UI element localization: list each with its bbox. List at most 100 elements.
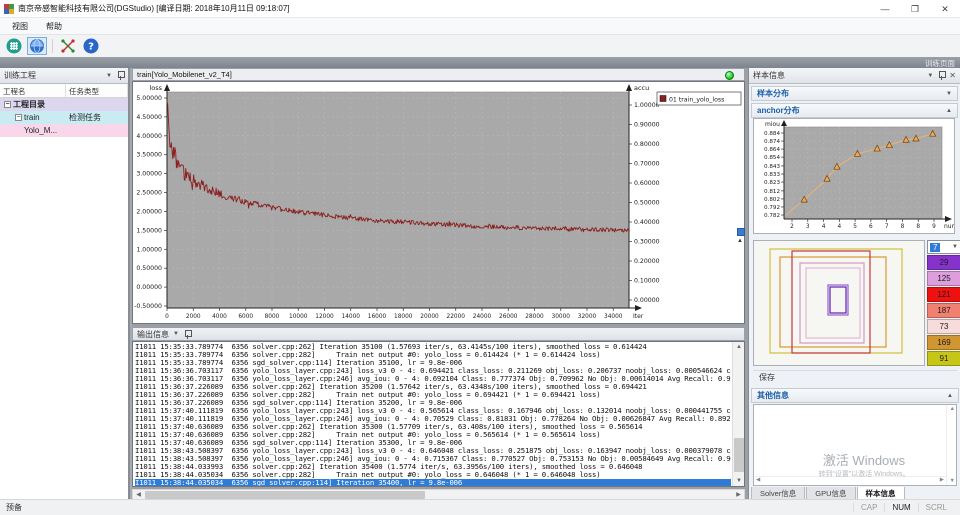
svg-text:8000: 8000 xyxy=(265,314,280,320)
globe-train-icon[interactable] xyxy=(27,37,47,55)
splitter-handle-icon[interactable] xyxy=(737,228,745,236)
log-lines[interactable]: I1011 15:35:33.789774 6356 solver.cpp:26… xyxy=(135,343,731,486)
anchor-size-swatch[interactable]: 121 xyxy=(927,287,960,302)
project-panel-title: 训练工程 xyxy=(4,70,36,81)
scroll-thumb[interactable] xyxy=(734,438,744,472)
tree-collapse-icon[interactable]: − xyxy=(4,101,11,108)
anchor-size-swatch[interactable]: 29 xyxy=(927,255,960,270)
project-columns: 工程名 任务类型 xyxy=(0,84,128,98)
anchor-size-swatch[interactable]: 125 xyxy=(927,271,960,286)
svg-text:0.10000: 0.10000 xyxy=(634,278,660,285)
svg-text:6000: 6000 xyxy=(238,314,253,320)
svg-text:?: ? xyxy=(88,42,94,53)
mini-vertical-scrollbar[interactable]: ▲ ▼ xyxy=(946,405,956,485)
output-log[interactable]: I1011 15:35:33.789774 6356 solver.cpp:26… xyxy=(132,341,745,487)
menu-bar: 视图 帮助 xyxy=(0,18,960,35)
pin-icon[interactable] xyxy=(938,71,945,80)
anchor-count-dropdown[interactable]: 7 ▼ xyxy=(927,240,960,254)
scroll-up-icon[interactable]: ▲ xyxy=(950,406,955,412)
svg-text:0.854: 0.854 xyxy=(764,155,780,161)
chevron-down-icon: ▼ xyxy=(952,244,958,250)
collapse-arrow-icon[interactable]: ▲ xyxy=(946,108,952,114)
anchor-size-swatch[interactable]: 73 xyxy=(927,319,960,334)
section-sample-title: 样本分布 xyxy=(757,88,789,99)
section-sample-distribution[interactable]: 样本分布 ▼ xyxy=(751,86,958,101)
save-button[interactable]: 保存 xyxy=(753,370,957,384)
svg-text:28000: 28000 xyxy=(525,314,544,320)
svg-text:0: 0 xyxy=(165,314,169,320)
tree-node-type xyxy=(66,124,128,137)
status-num: NUM xyxy=(884,503,917,512)
project-panel-header: 训练工程 ▼ xyxy=(0,68,128,84)
anchor-size-swatch[interactable]: 187 xyxy=(927,303,960,318)
collapse-arrow-icon[interactable]: ▲ xyxy=(947,393,953,399)
tree-row-Yolo_M...[interactable]: Yolo_M... xyxy=(0,124,128,137)
maximize-button[interactable]: ❐ xyxy=(900,0,930,18)
section-other-info[interactable]: 其他信息 ▲ xyxy=(751,388,959,403)
svg-text:2000: 2000 xyxy=(186,314,201,320)
scroll-up-icon[interactable]: ▲ xyxy=(733,342,745,352)
sample-panel-title: 样本信息 xyxy=(753,70,785,81)
svg-text:3.50000: 3.50000 xyxy=(136,152,162,159)
svg-text:24000: 24000 xyxy=(473,314,492,320)
minimize-button[interactable]: — xyxy=(870,0,900,18)
tree-row-工程目录[interactable]: −工程目录 xyxy=(0,98,128,111)
log-vertical-scrollbar[interactable]: ▲ ▼ xyxy=(732,342,744,486)
log-line[interactable]: I1011 15:38:44.035034 6356 sgd_solver.cp… xyxy=(135,479,731,486)
other-info-content: ▲ ▼ ◀ ▶ xyxy=(753,404,957,486)
svg-text:0.782: 0.782 xyxy=(764,213,780,219)
dgstudio-window: 南京帝感智能科技有限公司(DGStudio) [编译日期: 2018年10月11… xyxy=(0,0,960,515)
app-logo-icon xyxy=(4,4,14,14)
svg-text:0.50000: 0.50000 xyxy=(136,265,162,272)
svg-text:2.00000: 2.00000 xyxy=(136,208,162,215)
svg-text:5.00000: 5.00000 xyxy=(136,95,162,102)
svg-text:30000: 30000 xyxy=(552,314,571,320)
menu-help[interactable]: 帮助 xyxy=(44,19,64,34)
svg-text:7: 7 xyxy=(885,224,889,230)
svg-text:12000: 12000 xyxy=(315,314,334,320)
splitter-collapse-icon[interactable]: ▲ xyxy=(737,238,743,244)
dropdown-arrow-icon[interactable]: ▼ xyxy=(173,331,179,337)
svg-text:3.00000: 3.00000 xyxy=(136,171,162,178)
pin-icon[interactable] xyxy=(184,330,191,339)
svg-text:34000: 34000 xyxy=(604,314,623,320)
anchor-size-swatch[interactable]: 169 xyxy=(927,335,960,350)
svg-text:4.00000: 4.00000 xyxy=(136,133,162,140)
column-task-type[interactable]: 任务类型 xyxy=(66,84,128,97)
svg-text:0.823: 0.823 xyxy=(764,180,780,186)
svg-text:4: 4 xyxy=(837,224,841,230)
scroll-down-icon[interactable]: ▼ xyxy=(950,478,955,484)
svg-text:0.50000: 0.50000 xyxy=(634,200,660,207)
svg-text:2.50000: 2.50000 xyxy=(136,190,162,197)
tree-row-train[interactable]: −train检测任务 xyxy=(0,111,128,124)
scroll-down-icon[interactable]: ▼ xyxy=(733,476,745,486)
svg-text:8: 8 xyxy=(901,224,905,230)
tree-collapse-icon[interactable]: − xyxy=(15,114,22,121)
column-project-name[interactable]: 工程名 xyxy=(0,84,66,97)
scroll-thumb[interactable] xyxy=(145,491,425,499)
section-anchor-distribution[interactable]: anchor分布 ▲ xyxy=(751,103,958,118)
svg-text:0.60000: 0.60000 xyxy=(634,180,660,187)
help-icon[interactable]: ? xyxy=(81,37,101,55)
menu-view[interactable]: 视图 xyxy=(10,19,30,34)
status-bar: 预备 CAPNUMSCRL xyxy=(0,499,960,515)
svg-text:1.50000: 1.50000 xyxy=(136,227,162,234)
dropdown-arrow-icon[interactable]: ▼ xyxy=(927,73,933,79)
tab-train-yolo[interactable]: train[Yolo_Mobilenet_v2_T4] xyxy=(137,70,232,79)
scroll-left-icon[interactable]: ◀ xyxy=(756,477,760,483)
sample-info-panel: 样本信息 ▼ ✕ 样本分布 ▼ anchor分布 ▲ 0.8840.8740.8… xyxy=(748,68,960,499)
tree-node-label: 工程目录 xyxy=(13,99,45,110)
dropdown-arrow-icon[interactable]: ▼ xyxy=(106,73,112,79)
grid-app-icon[interactable] xyxy=(4,37,24,55)
anchor-size-swatch[interactable]: 91 xyxy=(927,351,960,366)
loss-chart: 5.000004.500004.000003.500003.000002.500… xyxy=(132,81,745,324)
scroll-right-icon[interactable]: ▶ xyxy=(940,477,944,483)
collapse-arrow-icon[interactable]: ▼ xyxy=(946,91,952,97)
pin-icon[interactable] xyxy=(117,71,124,80)
close-icon[interactable]: ✕ xyxy=(949,71,956,80)
svg-text:0.812: 0.812 xyxy=(764,189,780,195)
close-button[interactable]: ✕ xyxy=(930,0,960,18)
node-graph-icon[interactable] xyxy=(58,37,78,55)
toolbar-separator xyxy=(52,39,53,53)
mini-horizontal-scrollbar[interactable]: ◀ ▶ xyxy=(754,476,946,485)
